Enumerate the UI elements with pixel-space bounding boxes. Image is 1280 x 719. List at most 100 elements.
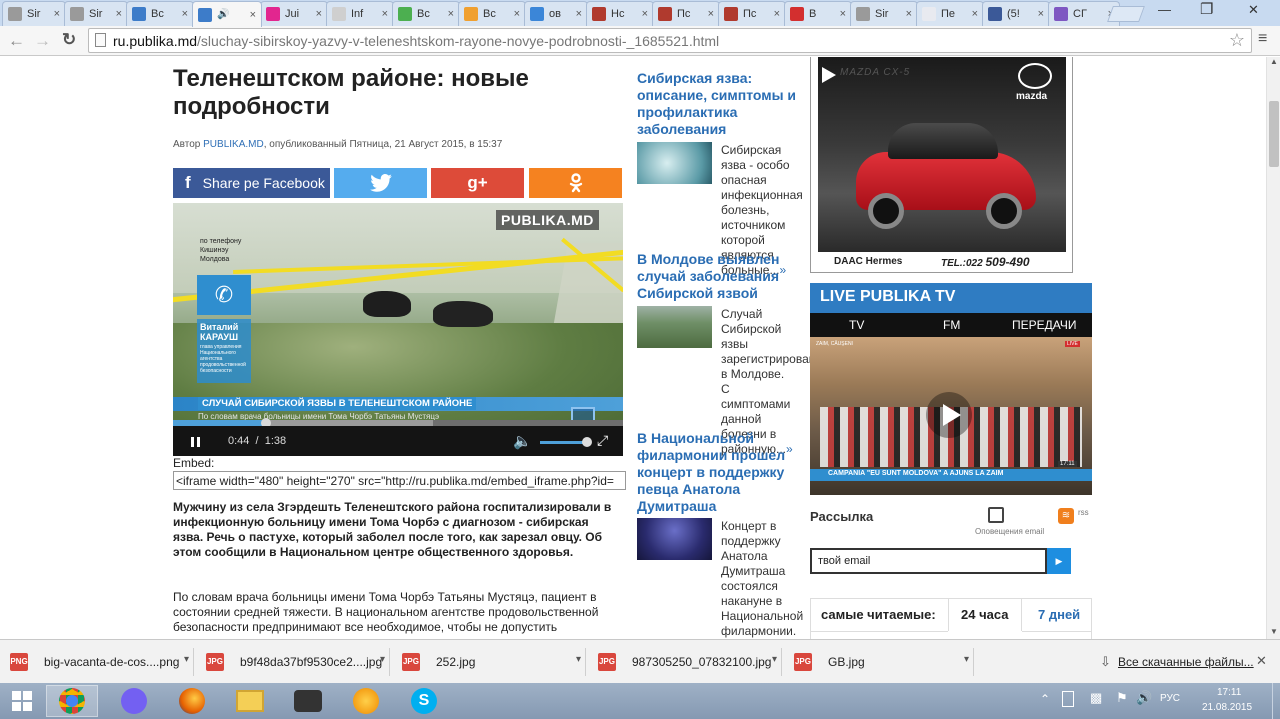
- pause-icon[interactable]: [191, 437, 194, 447]
- related-thumb-1[interactable]: [637, 142, 712, 184]
- start-button[interactable]: [0, 685, 44, 717]
- tab-close-icon[interactable]: ×: [906, 8, 912, 20]
- tab-close-icon[interactable]: ×: [708, 8, 714, 20]
- taskbar-app[interactable]: [340, 685, 392, 717]
- tab-close-icon[interactable]: ×: [576, 8, 582, 20]
- scroll-down-icon[interactable]: ▼: [1270, 627, 1278, 636]
- taskbar-chrome[interactable]: [46, 685, 98, 717]
- download-menu-icon[interactable]: ▾: [964, 654, 969, 665]
- browser-tab[interactable]: В ×: [784, 1, 852, 26]
- download-item[interactable]: JPG 252.jpg ▾: [392, 648, 586, 676]
- browser-tab[interactable]: Пс ×: [718, 1, 786, 26]
- tray-expand-icon[interactable]: ⌃: [1040, 692, 1050, 706]
- email-alert-icon[interactable]: [988, 507, 1004, 523]
- related-title-1[interactable]: Сибирская язва: описание, симптомы и про…: [637, 70, 797, 138]
- tab-close-icon[interactable]: ×: [316, 8, 322, 20]
- download-menu-icon[interactable]: ▾: [576, 654, 581, 665]
- newsletter-submit-button[interactable]: ▶: [1047, 548, 1071, 574]
- browser-tab[interactable]: Вс ×: [392, 1, 460, 26]
- tab-close-icon[interactable]: ×: [514, 8, 520, 20]
- tab-close-icon[interactable]: ×: [250, 9, 256, 21]
- flag-icon[interactable]: ⚑: [1116, 690, 1128, 706]
- network-icon[interactable]: ▩: [1090, 690, 1102, 706]
- page-scrollbar[interactable]: ▲ ▼: [1266, 57, 1280, 639]
- browser-tab[interactable]: Нс ×: [586, 1, 654, 26]
- tab-close-icon[interactable]: ×: [382, 8, 388, 20]
- download-item[interactable]: JPG b9f48da37bf9530ce2....jpg ▾: [196, 648, 390, 676]
- close-downloads-icon[interactable]: ✕: [1256, 653, 1267, 669]
- mazda-ad[interactable]: MAZDA CX-5 mazda DAAC Hermes TEL.:022 50…: [810, 57, 1073, 273]
- rss-icon[interactable]: ≋: [1058, 508, 1074, 524]
- video-player[interactable]: PUBLIKA.MD по телефону Кишинэу Молдова ✆ В…: [173, 203, 623, 456]
- newsletter-email-input[interactable]: твой email: [810, 548, 1047, 574]
- tab-audio-icon[interactable]: 🔊: [217, 9, 229, 20]
- show-all-downloads-link[interactable]: Все скачанные файлы...: [1118, 655, 1254, 669]
- scroll-up-icon[interactable]: ▲: [1270, 57, 1278, 66]
- maximize-icon[interactable]: ❐: [1200, 0, 1213, 18]
- reload-icon[interactable]: ↻: [62, 30, 76, 50]
- menu-icon[interactable]: ≡: [1258, 30, 1267, 48]
- live-tab-tv[interactable]: TV: [849, 318, 864, 332]
- tab-close-icon[interactable]: ×: [972, 8, 978, 20]
- clock-date[interactable]: 21.08.2015: [1202, 702, 1252, 713]
- download-item[interactable]: JPG 987305250_07832100.jpg ▾: [588, 648, 782, 676]
- tab-close-icon[interactable]: ×: [1038, 8, 1044, 20]
- browser-tab[interactable]: ов ×: [524, 1, 588, 26]
- taskbar-skype[interactable]: S: [398, 685, 450, 717]
- tab-close-icon[interactable]: ×: [116, 8, 122, 20]
- embed-code-field[interactable]: <iframe width="480" height="270" src="ht…: [173, 471, 626, 490]
- browser-tab[interactable]: (5! ×: [982, 1, 1050, 26]
- forward-icon[interactable]: →: [34, 31, 51, 51]
- tab-close-icon[interactable]: ×: [840, 8, 846, 20]
- download-menu-icon[interactable]: ▾: [184, 654, 189, 665]
- share-twitter-button[interactable]: [334, 168, 427, 198]
- related-thumb-2[interactable]: [637, 306, 712, 348]
- share-ok-button[interactable]: [529, 168, 622, 198]
- tab-close-icon[interactable]: ×: [448, 8, 454, 20]
- tray-device-icon[interactable]: [1062, 691, 1074, 707]
- address-bar[interactable]: ru.publika.md/sluchay-sibirskoy-yazvy-v-…: [88, 28, 1252, 53]
- live-video[interactable]: ZAIM, CĂUŞENI LIVE 17:11 CAMPANIA "EU SU…: [810, 337, 1092, 495]
- volume-slider[interactable]: [540, 441, 588, 444]
- related-thumb-3[interactable]: [637, 518, 712, 560]
- volume-icon[interactable]: 🔈: [513, 432, 532, 450]
- live-tab-programs[interactable]: ПЕРЕДАЧИ: [1012, 318, 1076, 332]
- taskbar-firefox[interactable]: [166, 685, 218, 717]
- browser-tab[interactable]: Вс ×: [126, 1, 194, 26]
- tab-close-icon[interactable]: ×: [642, 8, 648, 20]
- new-tab-button[interactable]: [1107, 6, 1145, 22]
- tab-close-icon[interactable]: ×: [54, 8, 60, 20]
- scrollbar-thumb[interactable]: [1269, 101, 1279, 167]
- related-title-3[interactable]: В Национальной филармонии прошел концерт…: [637, 430, 797, 515]
- tab-close-icon[interactable]: ×: [774, 8, 780, 20]
- browser-tab[interactable]: Вс ×: [458, 1, 526, 26]
- download-item[interactable]: PNG big-vacanta-de-cos....png ▾: [0, 648, 194, 676]
- language-indicator[interactable]: РУС: [1160, 693, 1180, 704]
- share-facebook-button[interactable]: f Share pe Facebook: [173, 168, 330, 198]
- taskbar-explorer[interactable]: [224, 685, 276, 717]
- browser-tab[interactable]: Jui ×: [260, 1, 328, 26]
- browser-tab[interactable]: 🔊 ×: [192, 1, 262, 27]
- back-icon[interactable]: ←: [8, 31, 25, 51]
- browser-tab[interactable]: Sir ×: [2, 1, 66, 26]
- download-menu-icon[interactable]: ▾: [772, 654, 777, 665]
- share-gplus-button[interactable]: g+: [431, 168, 524, 198]
- fullscreen-icon[interactable]: ⤢: [597, 432, 608, 449]
- taskbar-viber[interactable]: [108, 685, 160, 717]
- browser-tab[interactable]: Sir ×: [64, 1, 128, 26]
- taskbar-camera[interactable]: [282, 685, 334, 717]
- clock-time[interactable]: 17:11: [1217, 687, 1241, 698]
- minimize-icon[interactable]: —: [1158, 2, 1171, 17]
- browser-tab[interactable]: Sir ×: [850, 1, 918, 26]
- download-menu-icon[interactable]: ▾: [380, 654, 385, 665]
- most-read-tab-7d[interactable]: 7 дней: [1038, 607, 1080, 622]
- browser-tab[interactable]: Пс ×: [652, 1, 720, 26]
- volume-handle[interactable]: [582, 437, 592, 447]
- download-item[interactable]: JPG GB.jpg ▾: [784, 648, 974, 676]
- show-desktop-button[interactable]: [1272, 683, 1280, 719]
- bookmark-star-icon[interactable]: ☆: [1229, 30, 1245, 51]
- browser-tab[interactable]: Пе ×: [916, 1, 984, 26]
- author-link[interactable]: PUBLIKA.MD: [203, 139, 264, 150]
- close-icon[interactable]: ✕: [1248, 2, 1259, 18]
- live-tab-fm[interactable]: FM: [943, 318, 960, 332]
